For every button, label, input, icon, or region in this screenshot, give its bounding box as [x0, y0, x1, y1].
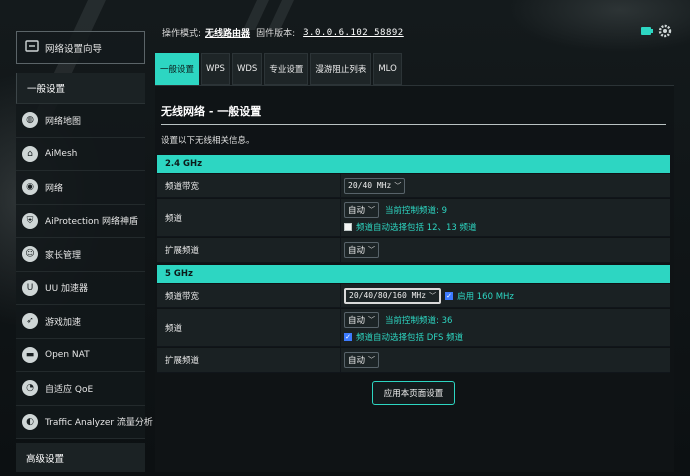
chevron-down-icon: ﹀ [368, 206, 376, 214]
usb-icon[interactable] [640, 24, 654, 38]
rocket-icon: ➶ [22, 313, 38, 330]
band-24-channel-row: 频道 自动 ﹀ 当前控制频道: 9 频道自动选择包括 12、13 频道 [157, 199, 670, 237]
sidebar-item-parental[interactable]: ☺ 家长管理 [16, 238, 145, 272]
settings-panel: 无线网络 - 一般设置 设置以下无线相关信息。 2.4 GHz 频道带宽 20/… [155, 85, 674, 472]
tab-mlo[interactable]: MLO [373, 53, 402, 85]
bandwidth-label: 频道带宽 [157, 284, 341, 307]
band-5-160mhz-label: 启用 160 MHz [457, 291, 514, 302]
chevron-down-icon: ﹀ [394, 181, 402, 190]
mode-value-link[interactable]: 无线路由器 [205, 26, 250, 39]
sidebar-item-qos[interactable]: ◔ 自适应 QoE [16, 372, 145, 406]
tab-professional[interactable]: 专业设置 [264, 53, 309, 85]
qos-icon: ◔ [22, 380, 38, 397]
chevron-down-icon: ﹀ [368, 356, 376, 364]
select-value: 自动 [348, 356, 366, 366]
tab-wds[interactable]: WDS [231, 53, 263, 85]
bandwidth-label: 频道带宽 [157, 174, 341, 197]
channel-label: 频道 [157, 309, 341, 346]
uu-icon: U [22, 279, 38, 296]
band-24-channel-checkbox[interactable] [344, 223, 352, 231]
band-24-current-channel: 当前控制频道: 9 [385, 206, 447, 216]
sidebar: 网络设置向导 一般设置 ◍ 网络地图 ⌂ AiMesh ◉ 网络 ⛨ AiPro… [16, 31, 153, 439]
sidebar-item-aiprotection[interactable]: ⛨ AiProtection 网络神盾 [16, 204, 145, 238]
ext-channel-label: 扩展频道 [157, 348, 341, 372]
sidebar-item-network[interactable]: ◉ 网络 [16, 171, 145, 205]
sidebar-item-label: 网络地图 [45, 116, 82, 127]
firmware-label: 固件版本: [256, 29, 296, 39]
sidebar-item-label: AiProtection 网络神盾 [45, 217, 139, 228]
sidebar-item-open-nat[interactable]: ▬ Open NAT [16, 338, 145, 372]
sidebar-item-label: 自适应 QoE [45, 384, 94, 395]
band-24-channel-checkbox-label: 频道自动选择包括 12、13 频道 [356, 223, 477, 233]
page-title: 无线网络 - 一般设置 [161, 105, 262, 118]
band-24-ext-select[interactable]: 自动 ﹀ [344, 242, 380, 258]
select-value: 20/40/80/160 MHz [349, 291, 427, 300]
sidebar-item-uu[interactable]: U UU 加速器 [16, 271, 145, 305]
sidebar-item-label: AiMesh [45, 148, 78, 159]
advanced-section-header: 高级设置 [16, 443, 145, 472]
band-5-bandwidth-row: 频道带宽 20/40/80/160 MHz ﹀ ✓ 启用 160 MHz [157, 284, 670, 308]
band-24-header: 2.4 GHz [157, 155, 670, 173]
parental-icon: ☺ [22, 246, 38, 263]
shield-icon: ⛨ [22, 212, 38, 229]
sidebar-item-label: UU 加速器 [45, 284, 89, 295]
apply-button[interactable]: 应用本页面设置 [372, 381, 455, 405]
tab-roaming-block[interactable]: 漫游阻止列表 [310, 53, 372, 85]
band-5-channel-row: 频道 自动 ﹀ 当前控制频道: 36 ✓ 频道自动选择包括 DFS 频道 [157, 309, 670, 347]
top-icons [640, 24, 672, 38]
sidebar-item-label: Traffic Analyzer 流量分析 [45, 418, 153, 429]
select-value: 20/40 MHz [348, 181, 392, 190]
sidebar-item-label: 家长管理 [45, 250, 82, 261]
ext-channel-label: 扩展频道 [157, 238, 341, 262]
chevron-down-icon: ﹀ [429, 291, 437, 300]
band-24-channel-select[interactable]: 自动 ﹀ [344, 202, 380, 218]
tab-general[interactable]: 一般设置 [155, 53, 200, 85]
mode-label: 操作模式: [162, 29, 202, 39]
band-5-bandwidth-select[interactable]: 20/40/80/160 MHz ﹀ [344, 287, 442, 304]
status-bar: 操作模式: 无线路由器 固件版本: 3.0.0.6.102_58892 [162, 26, 404, 40]
band-5-current-channel: 当前控制频道: 36 [385, 316, 453, 326]
sidebar-item-aimesh[interactable]: ⌂ AiMesh [16, 137, 145, 171]
quick-setup-button[interactable]: 网络设置向导 [16, 31, 145, 64]
wizard-icon [25, 39, 39, 56]
firmware-value-link[interactable]: 3.0.0.6.102_58892 [303, 28, 404, 38]
band-5-160mhz-checkbox[interactable]: ✓ [445, 291, 454, 300]
band-5-ext-select[interactable]: 自动 ﹀ [344, 352, 380, 368]
network-icon: ◉ [22, 179, 38, 196]
select-value: 自动 [348, 316, 366, 326]
sidebar-item-label: 游戏加速 [45, 317, 82, 328]
select-value: 自动 [348, 246, 366, 256]
band-5-dfs-checkbox[interactable]: ✓ [344, 333, 352, 341]
chevron-down-icon: ﹀ [368, 246, 376, 254]
band-5-channel-select[interactable]: 自动 ﹀ [344, 312, 380, 328]
tab-bar: 一般设置 WPS WDS 专业设置 漫游阻止列表 MLO [155, 53, 402, 85]
chevron-down-icon: ﹀ [368, 316, 376, 324]
gear-icon[interactable] [658, 24, 672, 38]
band-24-ext-row: 扩展频道 自动 ﹀ [157, 238, 670, 263]
channel-label: 频道 [157, 199, 341, 236]
page-description: 设置以下无线相关信息。 [161, 136, 255, 146]
mesh-icon: ⌂ [22, 145, 38, 162]
tab-wps[interactable]: WPS [201, 53, 230, 85]
band-5-ext-row: 扩展频道 自动 ﹀ [157, 348, 670, 373]
quick-setup-label: 网络设置向导 [45, 43, 103, 55]
sidebar-item-network-map[interactable]: ◍ 网络地图 [16, 104, 145, 138]
nat-icon: ▬ [22, 346, 38, 363]
select-value: 自动 [348, 206, 366, 216]
band-5-header: 5 GHz [157, 265, 670, 283]
sidebar-item-label: 网络 [45, 183, 64, 194]
band-24-bandwidth-select[interactable]: 20/40 MHz ﹀ [344, 177, 406, 194]
sidebar-item-label: Open NAT [45, 349, 90, 360]
general-section-header: 一般设置 [16, 73, 145, 104]
band-5-dfs-checkbox-label: 频道自动选择包括 DFS 频道 [356, 333, 464, 343]
band-24-bandwidth-row: 频道带宽 20/40 MHz ﹀ [157, 174, 670, 198]
sidebar-item-traffic-analyzer[interactable]: ◐ Traffic Analyzer 流量分析 [16, 405, 153, 439]
sidebar-item-game-boost[interactable]: ➶ 游戏加速 [16, 305, 145, 339]
chart-icon: ◐ [22, 413, 38, 430]
title-divider [161, 124, 666, 125]
globe-icon: ◍ [22, 112, 38, 129]
